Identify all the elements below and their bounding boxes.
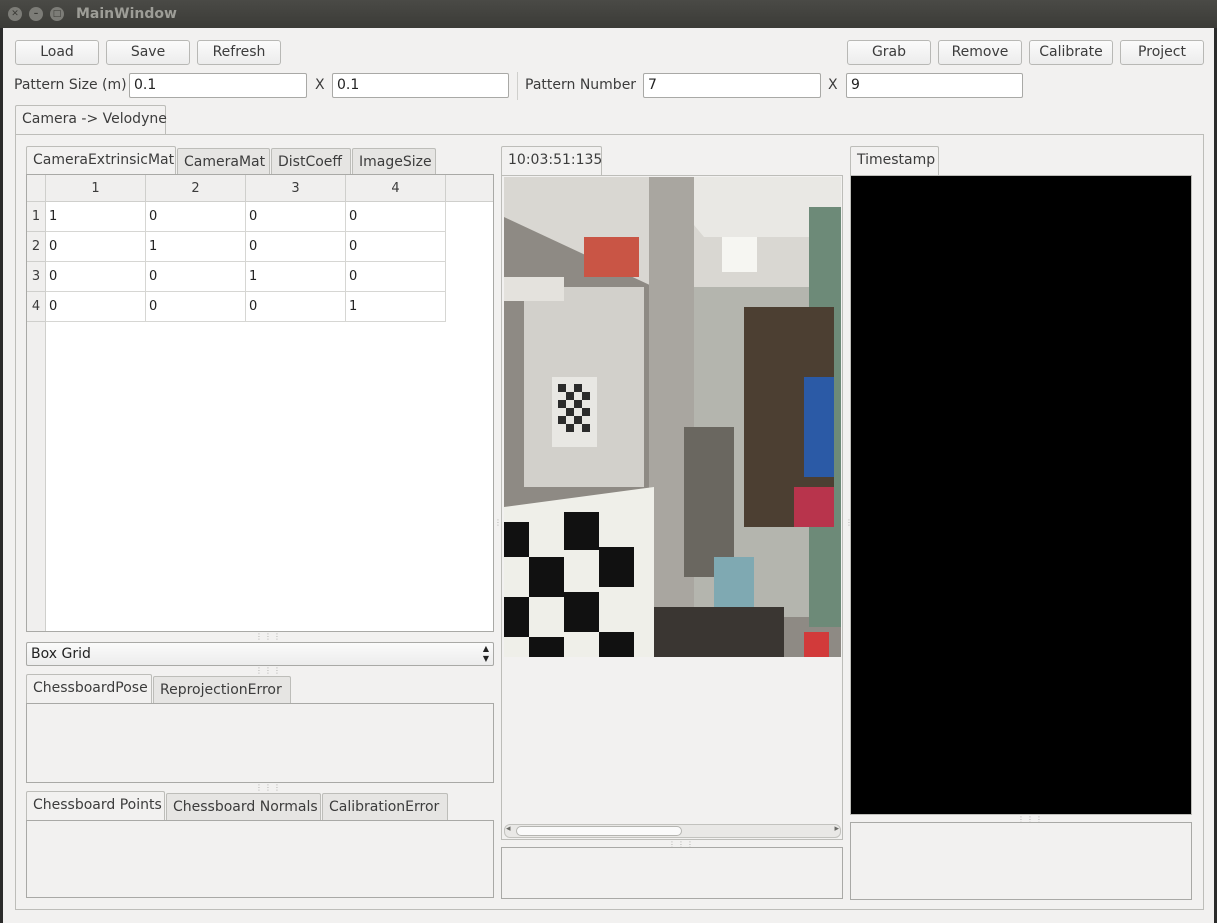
row-header[interactable]: 2: [27, 232, 46, 262]
table-cell[interactable]: 0: [246, 232, 346, 262]
table-cell[interactable]: 0: [46, 262, 146, 292]
lidar-bottom-pane: [850, 822, 1192, 900]
splitter-handle[interactable]: ⋮⋮⋮: [255, 783, 282, 792]
scroll-right-icon[interactable]: ▸: [834, 824, 839, 834]
lidar-view-canvas[interactable]: [850, 175, 1192, 815]
tab-chessboard-points[interactable]: Chessboard Points: [26, 791, 165, 820]
chessboard-points-pane: [26, 820, 494, 898]
pattern-size-x-input[interactable]: 0.1: [129, 73, 307, 98]
table-cell[interactable]: 0: [146, 262, 246, 292]
tab-chessboard-normals[interactable]: Chessboard Normals: [166, 793, 321, 821]
grab-button[interactable]: Grab: [847, 40, 931, 65]
camera-bottom-pane: [501, 847, 843, 899]
row-header[interactable]: 1: [27, 202, 46, 232]
tab-calibration-error[interactable]: CalibrationError: [322, 793, 448, 821]
x-separator: X: [315, 77, 325, 93]
column-header[interactable]: 4: [346, 175, 446, 202]
x-separator: X: [828, 77, 838, 93]
table-corner: [27, 175, 46, 202]
column-header[interactable]: 1: [46, 175, 146, 202]
tab-dist-coeff[interactable]: DistCoeff: [271, 148, 351, 176]
table-cell[interactable]: 0: [246, 202, 346, 232]
splitter-handle[interactable]: ⋮: [494, 518, 503, 527]
table-cell[interactable]: 1: [346, 292, 446, 322]
pattern-size-y-input[interactable]: 0.1: [332, 73, 509, 98]
tab-reprojection-error[interactable]: ReprojectionError: [153, 676, 291, 704]
table-cell[interactable]: 0: [146, 202, 246, 232]
table-cell[interactable]: 0: [246, 292, 346, 322]
tab-camera-mat[interactable]: CameraMat: [177, 148, 270, 176]
refresh-button[interactable]: Refresh: [197, 40, 281, 65]
chessboard-pose-pane: [26, 703, 494, 783]
column-header[interactable]: 2: [146, 175, 246, 202]
splitter-handle[interactable]: ⋮⋮⋮: [255, 666, 282, 675]
table-cell[interactable]: 0: [346, 262, 446, 292]
tab-lidar-timestamp[interactable]: Timestamp: [850, 146, 939, 175]
updown-arrow-icon: ▲ ▼: [482, 644, 489, 663]
pattern-size-label: Pattern Size (m): [14, 77, 127, 93]
table-cell[interactable]: 0: [46, 232, 146, 262]
tab-camera-timestamp[interactable]: 10:03:51:135: [501, 146, 602, 175]
grid-type-value: Box Grid: [31, 646, 91, 662]
table-cell[interactable]: 1: [46, 202, 146, 232]
title-bar: ✕ – □ MainWindow: [0, 0, 1217, 28]
save-button[interactable]: Save: [106, 40, 190, 65]
divider: [517, 72, 518, 100]
splitter-handle[interactable]: ⋮⋮⋮: [255, 632, 282, 641]
window-title: MainWindow: [76, 6, 177, 22]
pattern-number-x-input[interactable]: 7: [643, 73, 821, 98]
table-cell[interactable]: 1: [146, 232, 246, 262]
tab-chessboard-pose[interactable]: ChessboardPose: [26, 674, 152, 703]
table-cell[interactable]: 0: [346, 202, 446, 232]
row-header[interactable]: 4: [27, 292, 46, 322]
matrix-table[interactable]: 1 2 3 4 1 2 3 4 1 0 0 0 0 1 0 0 0 0 1 0 …: [26, 174, 494, 632]
pattern-number-y-input[interactable]: 9: [846, 73, 1023, 98]
main-window: Load Save Refresh Grab Remove Calibrate …: [3, 28, 1214, 923]
project-button[interactable]: Project: [1120, 40, 1204, 65]
minimize-icon[interactable]: –: [29, 7, 43, 21]
maximize-icon[interactable]: □: [50, 7, 64, 21]
table-cell[interactable]: 0: [46, 292, 146, 322]
tab-image-size[interactable]: ImageSize: [352, 148, 436, 176]
load-button[interactable]: Load: [15, 40, 99, 65]
tab-camera-velodyne[interactable]: Camera -> Velodyne: [15, 105, 167, 134]
table-cell[interactable]: 1: [246, 262, 346, 292]
remove-button[interactable]: Remove: [938, 40, 1022, 65]
grid-type-select[interactable]: Box Grid ▲ ▼: [26, 642, 494, 666]
row-header[interactable]: 3: [27, 262, 46, 292]
scrollbar-thumb[interactable]: [516, 826, 682, 836]
close-icon[interactable]: ✕: [8, 7, 22, 21]
calibrate-button[interactable]: Calibrate: [1029, 40, 1113, 65]
column-header[interactable]: 3: [246, 175, 346, 202]
scroll-left-icon[interactable]: ◂: [506, 824, 511, 834]
horizontal-scrollbar[interactable]: ◂ ▸: [504, 824, 841, 838]
table-cell[interactable]: 0: [146, 292, 246, 322]
pattern-number-label: Pattern Number: [525, 77, 637, 93]
header-filler: [446, 175, 493, 202]
tab-camera-extrinsic-mat[interactable]: CameraExtrinsicMat: [26, 146, 176, 175]
table-cell[interactable]: 0: [346, 232, 446, 262]
camera-image: [504, 177, 841, 657]
